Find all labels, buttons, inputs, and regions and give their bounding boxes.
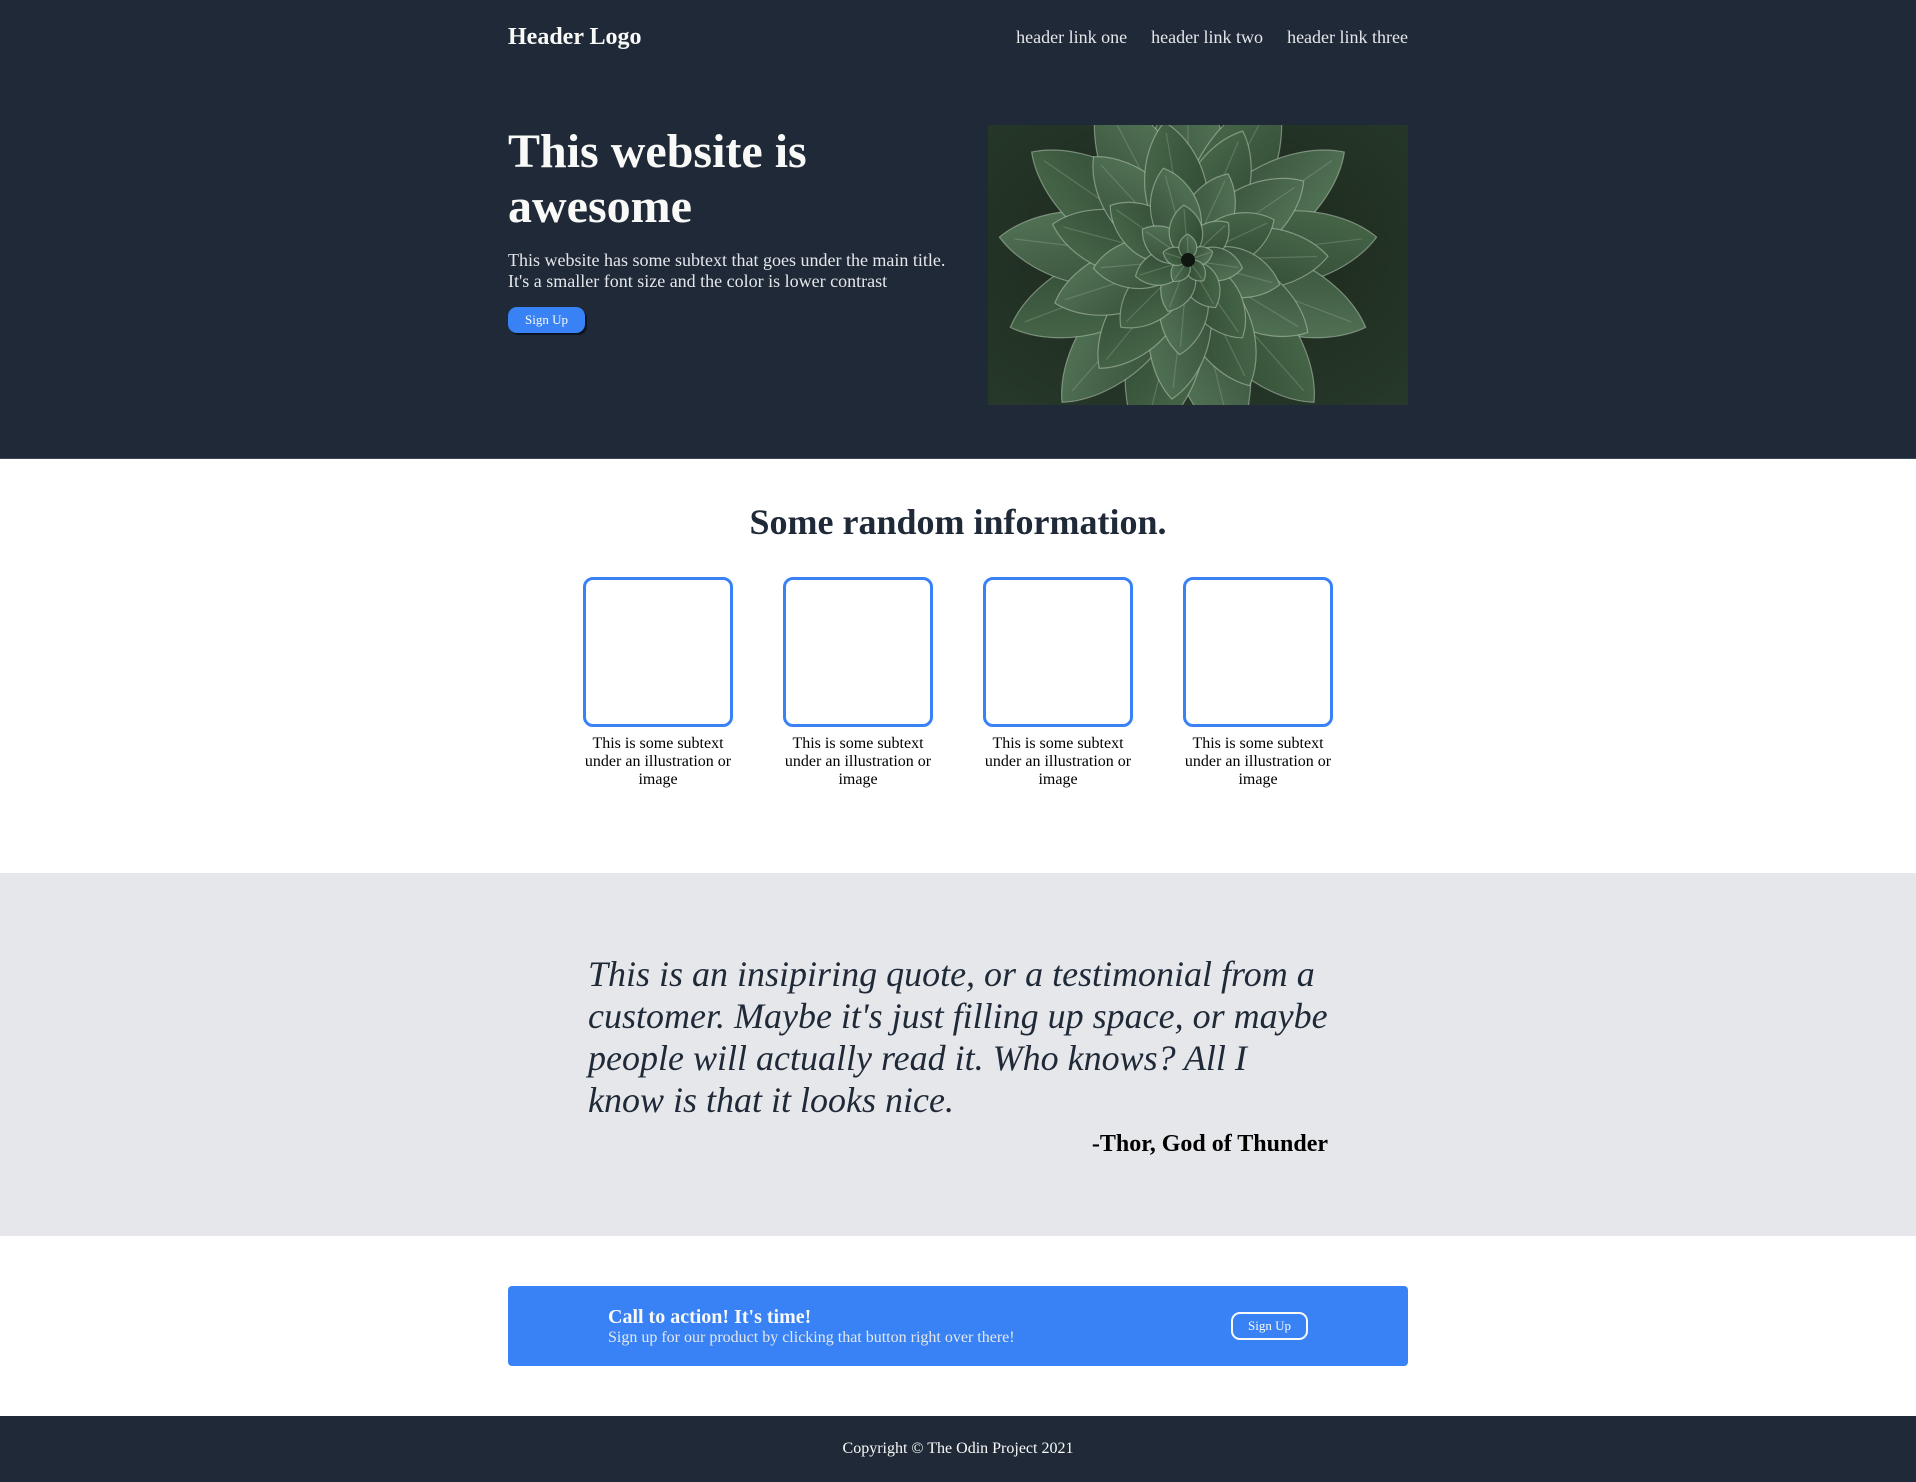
card-illustration-placeholder [783, 577, 933, 727]
info-card: This is some subtext under an illustrati… [983, 577, 1133, 789]
info-cards: This is some subtext under an illustrati… [0, 577, 1916, 789]
hero-title: This website is awesome [508, 125, 807, 233]
card-subtext: This is some subtext under an illustrati… [1184, 735, 1332, 788]
header-nav: header link one header link two header l… [1016, 27, 1408, 48]
card-subtext: This is some subtext under an illustrati… [584, 735, 732, 788]
quote-section: This is an insipiring quote, or a testim… [0, 873, 1916, 1236]
testimonial-quote: This is an insipiring quote, or a testim… [588, 954, 1328, 1120]
footer: Copyright © The Odin Project 2021 [0, 1416, 1916, 1482]
header-link-three[interactable]: header link three [1287, 27, 1408, 48]
info-title: Some random information. [749, 502, 1167, 542]
cta-subtext: Sign up for our product by clicking that… [608, 1328, 1015, 1346]
hero-image [988, 125, 1408, 405]
info-section: Some random information. This is some su… [0, 459, 1916, 873]
card-illustration-placeholder [983, 577, 1133, 727]
hero-section: Header Logo header link one header link … [0, 0, 1916, 459]
hero-text: This website is awesome This website has… [508, 124, 958, 405]
cta-section: Call to action! It's time! Sign up for o… [0, 1236, 1916, 1416]
header-link-two[interactable]: header link two [1151, 27, 1263, 48]
info-card: This is some subtext under an illustrati… [583, 577, 733, 789]
cta-title: Call to action! It's time! [608, 1305, 812, 1328]
card-illustration-placeholder [583, 577, 733, 727]
info-card: This is some subtext under an illustrati… [1183, 577, 1333, 789]
info-card: This is some subtext under an illustrati… [783, 577, 933, 789]
header-bar: Header Logo header link one header link … [508, 0, 1408, 74]
hero-subtext: This website has some subtext that goes … [508, 250, 946, 291]
card-subtext: This is some subtext under an illustrati… [984, 735, 1132, 788]
copyright-text: Copyright © The Odin Project 2021 [842, 1440, 1074, 1457]
header-link-one[interactable]: header link one [1016, 27, 1127, 48]
quote-author: -Thor, God of Thunder [1091, 1131, 1328, 1157]
cta-banner: Call to action! It's time! Sign up for o… [508, 1286, 1408, 1366]
hero-signup-button[interactable]: Sign Up [508, 307, 585, 333]
card-subtext: This is some subtext under an illustrati… [784, 735, 932, 788]
cta-signup-button[interactable]: Sign Up [1231, 1312, 1308, 1340]
header-logo[interactable]: Header Logo [508, 24, 642, 51]
cta-text: Call to action! It's time! Sign up for o… [608, 1306, 1015, 1347]
card-illustration-placeholder [1183, 577, 1333, 727]
